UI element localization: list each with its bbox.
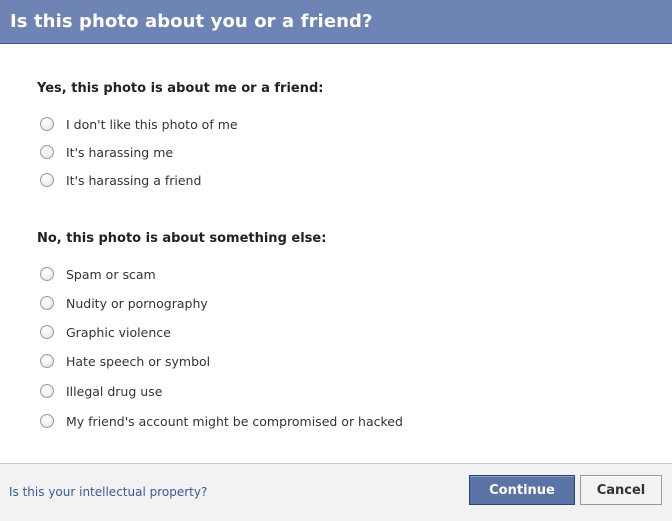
cancel-button[interactable]: Cancel	[580, 475, 662, 505]
option-nudity[interactable]: Nudity or pornography	[40, 293, 208, 313]
option-label: It's harassing a friend	[66, 172, 202, 188]
option-hate-speech[interactable]: Hate speech or symbol	[40, 351, 210, 371]
dialog-titlebar: Is this photo about you or a friend?	[0, 0, 672, 44]
section-heading-about-me: Yes, this photo is about me or a friend:	[37, 81, 324, 96]
option-dont-like-photo[interactable]: I don't like this photo of me	[40, 114, 238, 134]
radio-button[interactable]	[40, 117, 54, 131]
option-label: It's harassing me	[66, 144, 174, 160]
option-harassing-friend[interactable]: It's harassing a friend	[40, 170, 201, 190]
option-label: My friend's account might be compromised…	[66, 413, 403, 429]
report-photo-dialog: Is this photo about you or a friend? Yes…	[0, 0, 672, 521]
intellectual-property-link[interactable]: Is this your intellectual property?	[9, 485, 207, 499]
option-illegal-drug-use[interactable]: Illegal drug use	[40, 381, 162, 401]
continue-button[interactable]: Continue	[469, 475, 575, 505]
radio-button[interactable]	[40, 325, 54, 339]
option-label: I don't like this photo of me	[66, 116, 238, 132]
option-graphic-violence[interactable]: Graphic violence	[40, 322, 171, 342]
option-label: Hate speech or symbol	[66, 353, 211, 369]
radio-button[interactable]	[40, 384, 54, 398]
option-label: Nudity or pornography	[66, 295, 208, 311]
radio-button[interactable]	[40, 145, 54, 159]
dialog-body: Yes, this photo is about me or a friend:…	[0, 45, 672, 463]
option-harassing-me[interactable]: It's harassing me	[40, 142, 173, 162]
option-label: Illegal drug use	[66, 383, 163, 399]
radio-button[interactable]	[40, 414, 54, 428]
option-label: Graphic violence	[66, 324, 171, 340]
radio-button[interactable]	[40, 173, 54, 187]
section-heading-something-else: No, this photo is about something else:	[37, 231, 327, 246]
radio-button[interactable]	[40, 296, 54, 310]
radio-button[interactable]	[40, 354, 54, 368]
radio-button[interactable]	[40, 267, 54, 281]
option-label: Spam or scam	[66, 266, 156, 282]
dialog-title: Is this photo about you or a friend?	[10, 11, 373, 32]
option-spam-or-scam[interactable]: Spam or scam	[40, 264, 156, 284]
dialog-footer: Is this your intellectual property? Cont…	[0, 463, 672, 521]
option-account-compromised[interactable]: My friend's account might be compromised…	[40, 411, 403, 431]
